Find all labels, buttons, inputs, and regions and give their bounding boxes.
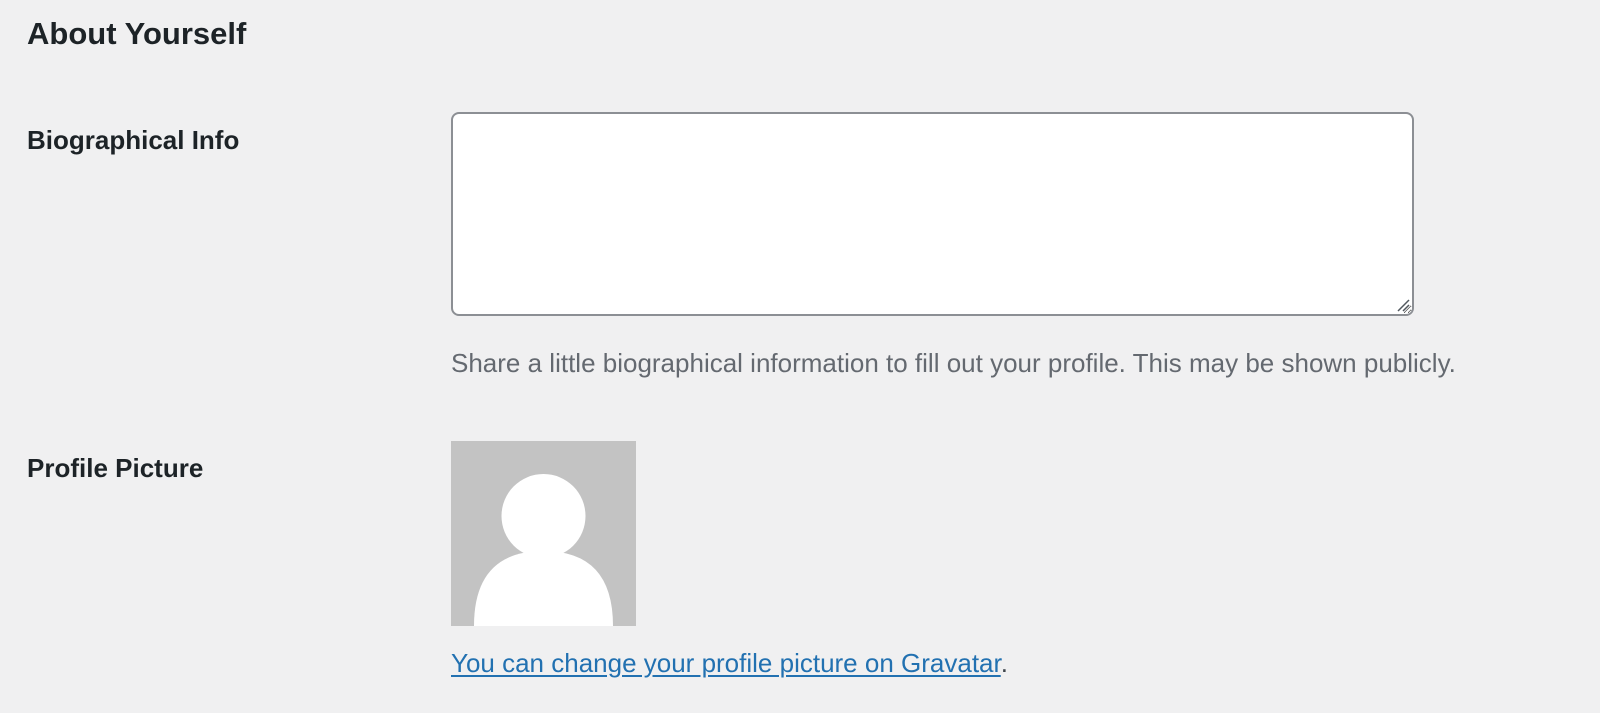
avatar — [451, 441, 636, 626]
gravatar-note: You can change your profile picture on G… — [451, 645, 1008, 681]
bio-description: Share a little biographical information … — [451, 348, 1456, 378]
gravatar-note-period: . — [1000, 648, 1008, 678]
bio-textarea[interactable] — [451, 112, 1414, 316]
profile-picture-label: Profile Picture — [27, 453, 204, 483]
gravatar-link[interactable]: You can change your profile picture on G… — [451, 648, 1001, 678]
bio-label: Biographical Info — [27, 125, 240, 155]
about-yourself-section: About Yourself Biographical Info Share a… — [0, 0, 1600, 713]
default-avatar-icon — [451, 441, 636, 626]
section-title: About Yourself — [27, 16, 247, 51]
